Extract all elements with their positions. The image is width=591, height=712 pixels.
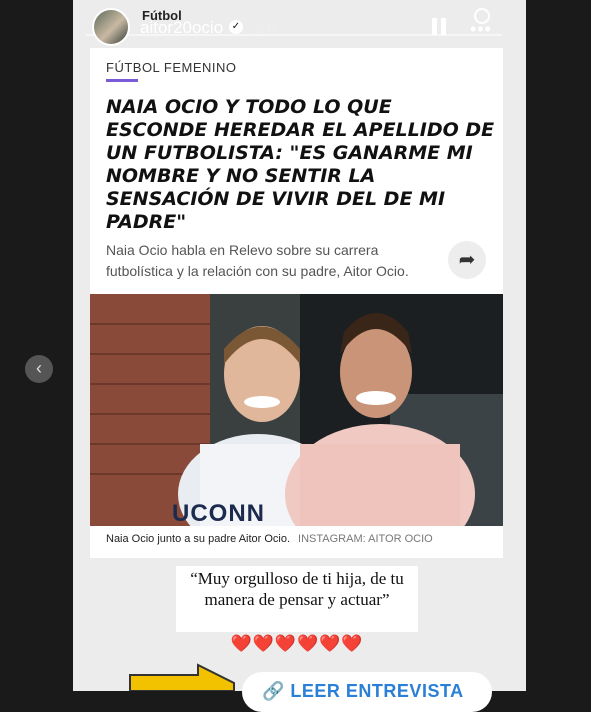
photo-credit: INSTAGRAM: AITOR OCIO	[298, 533, 433, 545]
read-interview-label[interactable]: 🔗 LEER ENTREVISTA	[262, 681, 464, 702]
jersey-text: UCONN	[172, 500, 265, 526]
more-icon: •••	[470, 19, 492, 39]
story-quote: “Muy orgulloso de ti hija, de tu manera …	[190, 569, 404, 609]
article-headline: NAIA OCIO Y TODO LO QUE ESCONDE HEREDAR …	[106, 96, 495, 233]
pause-icon	[432, 18, 437, 35]
photo-caption: Naia Ocio junto a su padre Aitor Ocio. IN…	[106, 533, 433, 545]
previous-story-button[interactable]: ‹	[25, 355, 53, 383]
chevron-left-icon: ‹	[36, 358, 42, 378]
photo-illustration	[90, 294, 503, 526]
avatar[interactable]	[92, 8, 130, 46]
pause-button[interactable]	[430, 16, 448, 38]
share-button[interactable]: ➦	[448, 241, 486, 279]
article-subtitle: Naia Ocio habla en Relevo sobre su carre…	[106, 242, 409, 279]
more-options-button[interactable]: •••	[470, 6, 496, 39]
hearts-emoji: ❤️❤️❤️❤️❤️❤️	[230, 634, 364, 653]
section-label: FÚTBOL FEMENINO	[106, 60, 237, 75]
link-icon: 🔗	[262, 681, 291, 701]
section-accent-bar	[106, 79, 138, 82]
share-icon: ➦	[458, 249, 476, 271]
article-photo: UCONN	[90, 294, 503, 526]
username-link[interactable]: aitor20ocio	[140, 18, 223, 38]
caption-text: Naia Ocio junto a su padre Aitor Ocio.	[106, 533, 291, 545]
verified-icon: ✓	[229, 20, 243, 34]
arrow-sticker-icon	[129, 663, 235, 691]
post-time: 2 h	[253, 18, 277, 37]
